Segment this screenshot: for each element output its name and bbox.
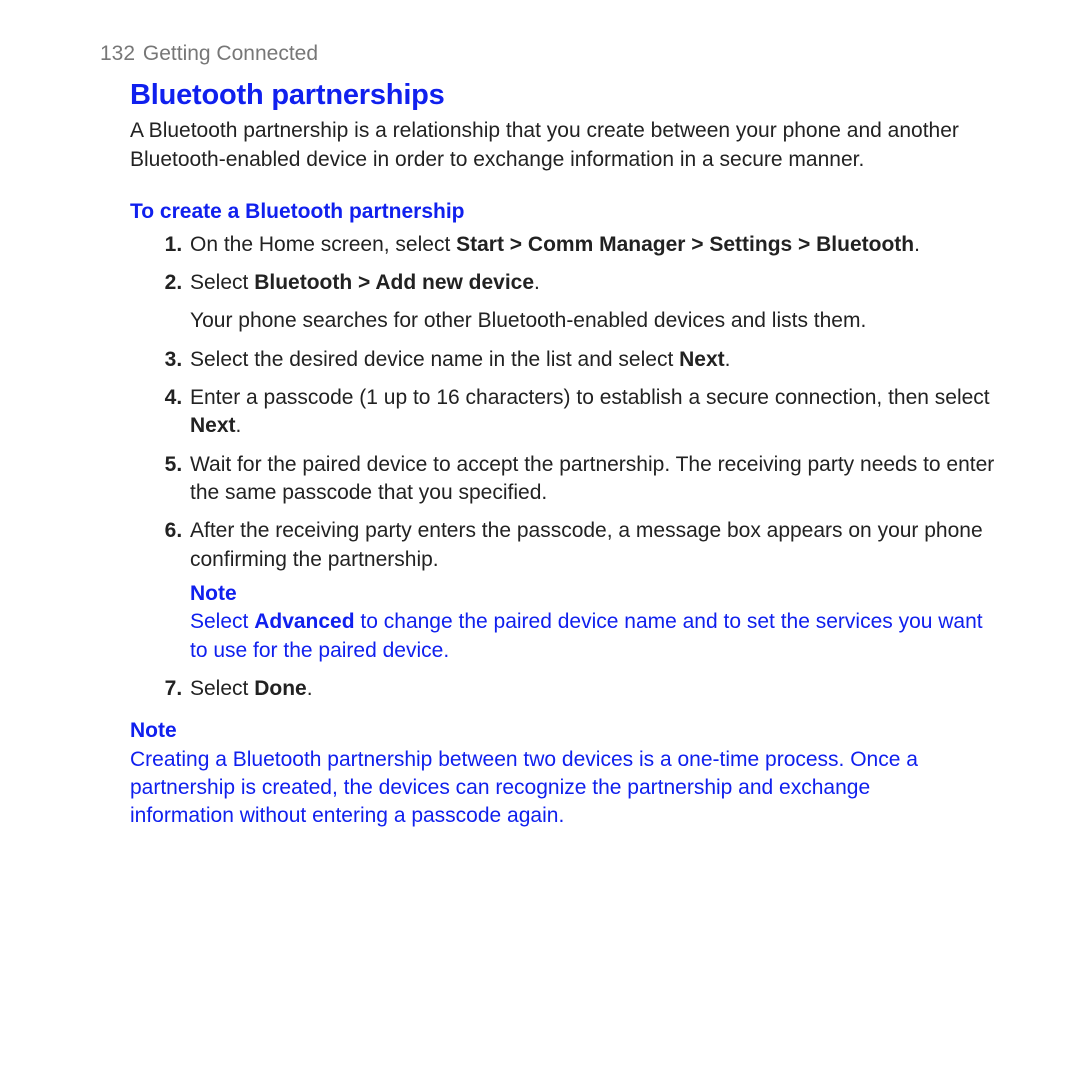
step-extra: Your phone searches for other Bluetooth-…	[190, 307, 1010, 335]
step-2: Select Bluetooth > Add new device. Your …	[188, 269, 1010, 336]
step-1: On the Home screen, select Start > Comm …	[188, 231, 1010, 259]
note-text: Select	[190, 610, 254, 633]
note-body: Select Advanced to change the paired dev…	[190, 608, 990, 665]
step-text: Select the desired device name in the li…	[190, 348, 679, 371]
step-text: .	[534, 271, 540, 294]
step-5: Wait for the paired device to accept the…	[188, 451, 1010, 508]
section-heading: Bluetooth partnerships	[130, 76, 1010, 115]
step-text: On the Home screen, select	[190, 233, 456, 256]
subsection-heading: To create a Bluetooth partnership	[130, 198, 1010, 226]
step-6: After the receiving party enters the pas…	[188, 517, 1010, 665]
step-text: .	[914, 233, 920, 256]
chapter-title: Getting Connected	[143, 42, 318, 65]
ui-label: Next	[679, 348, 725, 371]
step-text: .	[307, 677, 313, 700]
ui-label: Advanced	[254, 610, 354, 633]
step-text: Enter a passcode (1 up to 16 characters)…	[190, 386, 990, 409]
step-text: Select	[190, 677, 254, 700]
document-page: 132 Getting Connected Bluetooth partners…	[0, 0, 1080, 871]
step-7: Select Done.	[188, 675, 1010, 703]
ui-path: Bluetooth > Add new device	[254, 271, 534, 294]
ui-path: Start > Comm Manager > Settings > Blueto…	[456, 233, 914, 256]
note-label: Note	[190, 580, 252, 608]
step-text: Select	[190, 271, 254, 294]
footer-note: Note Creating a Bluetooth partnership be…	[130, 717, 1010, 830]
step-4: Enter a passcode (1 up to 16 characters)…	[188, 384, 1010, 441]
step-text: .	[236, 414, 242, 437]
step-3: Select the desired device name in the li…	[188, 346, 1010, 374]
section-intro: A Bluetooth partnership is a relationshi…	[130, 117, 1010, 174]
note-body: Creating a Bluetooth partnership between…	[130, 746, 920, 831]
note-label: Note	[130, 717, 216, 745]
step-text: After the receiving party enters the pas…	[190, 519, 983, 570]
page-number: 132	[100, 40, 135, 68]
ui-label: Done	[254, 677, 307, 700]
running-header: 132 Getting Connected	[100, 40, 1010, 68]
inline-note: Note Select Advanced to change the paire…	[190, 580, 1010, 665]
steps-list: On the Home screen, select Start > Comm …	[130, 231, 1010, 704]
ui-label: Next	[190, 414, 236, 437]
step-text: .	[725, 348, 731, 371]
